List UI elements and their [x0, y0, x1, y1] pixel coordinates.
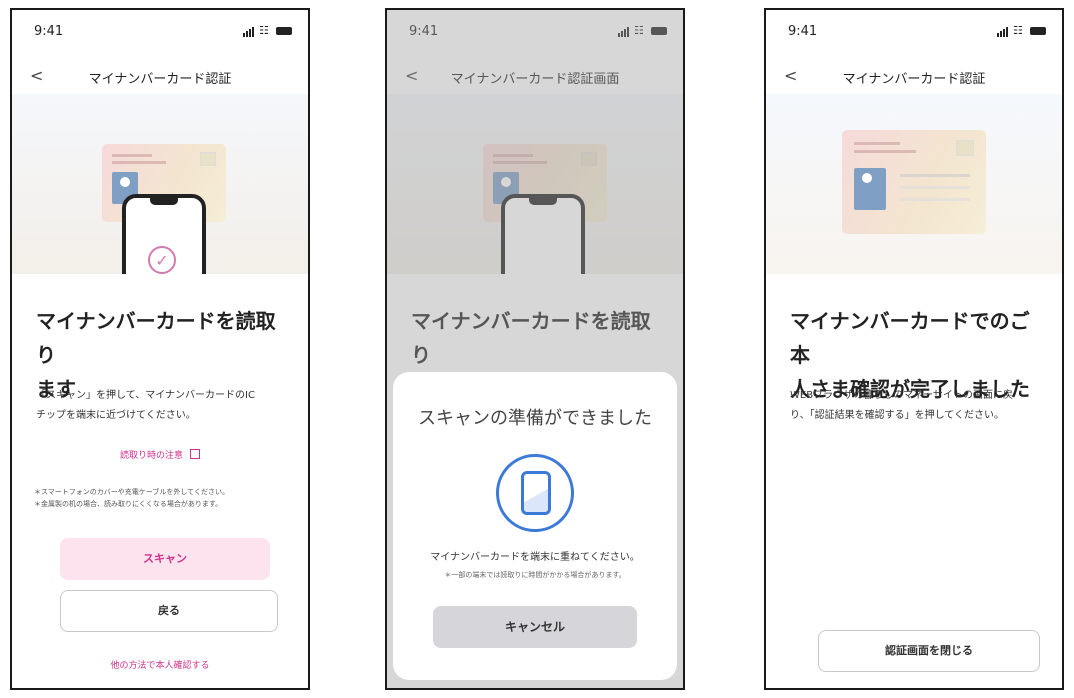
notes: ＊スマートフォンのカバーや充電ケーブルを外してください。 ＊金属製の机の場合、読…: [34, 488, 229, 508]
close-auth-button[interactable]: 認証画面を閉じる: [818, 630, 1040, 672]
screen-verified: 9:41 ☷ < マイナンバーカード認証 マイナンバーカードでのご本 人さま確認…: [764, 8, 1064, 690]
status-time: 9:41: [34, 24, 64, 39]
card-illustration: ✓: [12, 94, 308, 274]
nav-bar: < マイナンバーカード認証: [12, 60, 308, 94]
card-illustration: [766, 94, 1062, 274]
nav-title: マイナンバーカード認証: [88, 72, 232, 87]
wifi-icon: ☷: [1013, 24, 1023, 37]
wifi-icon: ☷: [259, 24, 269, 37]
sheet-title: スキャンの準備ができました: [418, 408, 652, 429]
phone-scan-icon: [496, 454, 574, 532]
cancel-button[interactable]: キャンセル: [433, 606, 637, 648]
scan-button[interactable]: スキャン: [60, 538, 270, 580]
id-card-image: [842, 130, 986, 234]
nav-bar: < マイナンバーカード認証: [766, 60, 1062, 94]
signal-icon: [243, 27, 254, 37]
instruction-text: 「スキャン」を押して、マイナンバーカードのIC チップを端末に近づけてください。: [36, 390, 255, 421]
caution-link[interactable]: 読取り時の注意: [12, 448, 308, 461]
status-bar: 9:41 ☷: [766, 10, 1062, 54]
phone-illustration: ✓: [122, 194, 206, 274]
sheet-instruction: マイナンバーカードを端末に重ねてください。: [430, 552, 640, 563]
nav-title: マイナンバーカード認証: [842, 72, 986, 87]
battery-icon: [276, 27, 292, 35]
status-time: 9:41: [788, 24, 818, 39]
external-link-icon: [189, 449, 200, 459]
screen-scan-ready: 9:41 ☷ < マイナンバーカード認証画面 マイナンバーカードを読取り ます …: [385, 8, 685, 690]
screen-card-read: 9:41 ☷ < マイナンバーカード認証 ✓ マイナンバーカードを読取り ます …: [10, 8, 310, 690]
signal-icon: [997, 27, 1008, 37]
other-method-link[interactable]: 他の方法で本人確認する: [12, 658, 308, 671]
battery-icon: [1030, 27, 1046, 35]
status-bar: 9:41 ☷: [12, 10, 308, 54]
sheet-note: ＊一部の端末では読取りに時間がかかる場合があります。: [444, 571, 626, 579]
back-button[interactable]: 戻る: [60, 590, 278, 632]
instruction-text: WEBブラウザの暮らしのマネーサイトの画面に戻 り、「認証結果を確認する」を押し…: [790, 390, 1013, 421]
check-circle-icon: ✓: [148, 246, 176, 274]
scan-sheet: スキャンの準備ができました マイナンバーカードを端末に重ねてください。 ＊一部の…: [393, 372, 677, 680]
